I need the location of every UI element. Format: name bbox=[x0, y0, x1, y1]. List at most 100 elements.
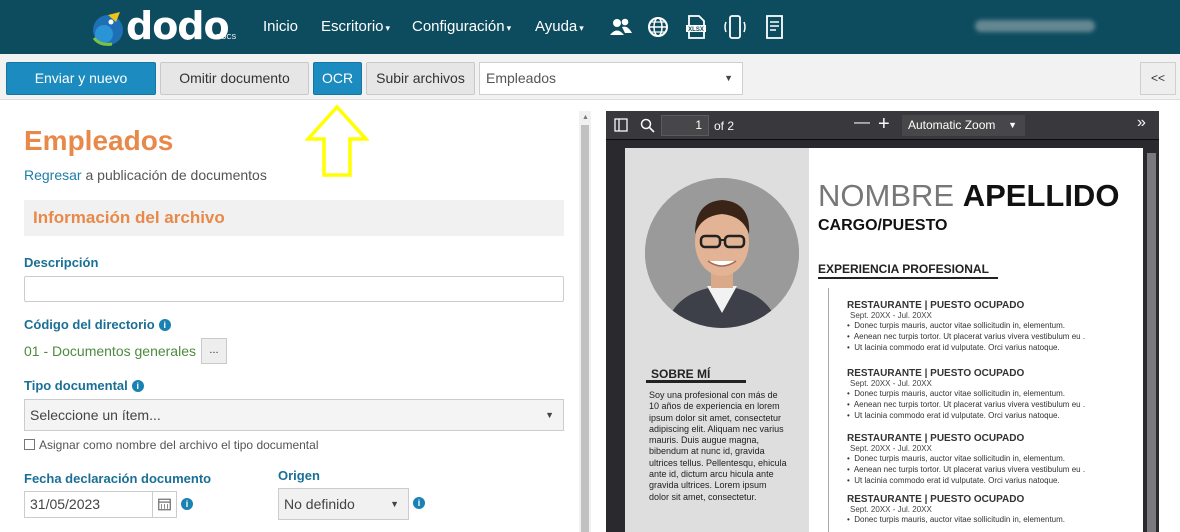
job-bullet: • Donec turpis mauris, auctor vitae soll… bbox=[847, 454, 1066, 463]
assign-name-checkbox-label: Asignar como nombre del archivo el tipo … bbox=[39, 438, 319, 452]
job-entry: RESTAURANTE | PUESTO OCUPADO Sept. 20XX … bbox=[847, 300, 1137, 353]
document-list-icon[interactable] bbox=[762, 14, 788, 40]
dodo-bird-icon bbox=[92, 12, 123, 46]
nav-configuracion-label: Configuración bbox=[412, 18, 505, 35]
job-bullet: • Ut lacinia commodo erat id vulputate. … bbox=[847, 411, 1060, 420]
info-icon[interactable]: i bbox=[413, 497, 425, 509]
info-icon[interactable]: i bbox=[158, 319, 171, 331]
about-title: SOBRE MÍ bbox=[651, 367, 711, 381]
info-icon[interactable]: i bbox=[181, 498, 193, 510]
back-link[interactable]: Regresar bbox=[24, 167, 82, 183]
scroll-up-arrow-icon[interactable]: ▲ bbox=[582, 114, 589, 121]
skip-document-button[interactable]: Omitir documento bbox=[160, 62, 309, 95]
page-number-input[interactable]: 1 bbox=[661, 115, 709, 136]
ocr-button[interactable]: OCR bbox=[313, 62, 362, 95]
cv-sidebar: SOBRE MÍ Soy una profesional con más de … bbox=[625, 148, 809, 532]
nav-ayuda[interactable]: Ayuda ▾ bbox=[535, 18, 584, 35]
zoom-value: Automatic Zoom bbox=[908, 118, 996, 132]
chevron-down-icon: ▾ bbox=[385, 23, 391, 33]
directory-code-label: Código del directorio i bbox=[24, 317, 171, 332]
job-bullet: • Donec turpis mauris, auctor vitae soll… bbox=[847, 515, 1066, 524]
job-dates: Sept. 20XX - Jul. 20XX bbox=[850, 444, 932, 453]
globe-icon[interactable] bbox=[645, 14, 671, 40]
send-and-new-button[interactable]: Enviar y nuevo bbox=[6, 62, 156, 95]
page-total: of 2 bbox=[714, 119, 735, 133]
nav-configuracion[interactable]: Configuración ▾ bbox=[412, 18, 511, 35]
info-icon[interactable]: i bbox=[131, 380, 144, 392]
cv-role: CARGO/PUESTO bbox=[818, 217, 948, 234]
collapse-panel-button[interactable]: << bbox=[1140, 62, 1176, 95]
origin-value: No definido bbox=[284, 496, 355, 512]
form-scrollbar[interactable]: ▲ bbox=[579, 111, 591, 532]
zoom-in-icon[interactable]: + bbox=[878, 113, 890, 136]
nav-inicio[interactable]: Inicio bbox=[263, 18, 298, 35]
calendar-icon[interactable] bbox=[152, 492, 176, 517]
chevron-down-icon: ▾ bbox=[506, 23, 512, 33]
job-title: RESTAURANTE | PUESTO OCUPADO bbox=[847, 368, 1025, 379]
dodo-logo[interactable]: dodo DOCS bbox=[90, 4, 240, 48]
browse-directory-button[interactable]: ... bbox=[201, 338, 227, 364]
sidebar-toggle-icon[interactable] bbox=[614, 118, 628, 132]
job-title: RESTAURANTE | PUESTO OCUPADO bbox=[847, 494, 1025, 505]
chevron-down-icon: ▼ bbox=[1008, 120, 1017, 130]
assign-name-checkbox-row[interactable]: Asignar como nombre del archivo el tipo … bbox=[24, 438, 318, 452]
document-date-input[interactable]: 31/05/2023 bbox=[24, 491, 177, 518]
users-icon[interactable] bbox=[608, 14, 634, 40]
job-bullet-text: Ut lacinia commodo erat id vulputate. Or… bbox=[854, 343, 1060, 352]
brand-sub: DOCS bbox=[216, 34, 237, 41]
nav-escritorio[interactable]: Escritorio ▾ bbox=[321, 18, 390, 35]
document-type-dropdown[interactable]: Seleccione un ítem... ▼ bbox=[24, 399, 564, 431]
directory-code-value: 01 - Documentos generales bbox=[24, 343, 196, 359]
user-name-blurred[interactable] bbox=[975, 20, 1095, 32]
zoom-select[interactable]: Automatic Zoom ▼ bbox=[902, 115, 1025, 136]
experience-divider bbox=[818, 277, 998, 279]
mobile-device-icon[interactable] bbox=[722, 14, 748, 40]
pdf-viewer: 1 of 2 — + Automatic Zoom ▼ » SOBRE MÍ S… bbox=[606, 111, 1159, 532]
section-title: Información del archivo bbox=[33, 208, 225, 227]
document-type-selected: Empleados bbox=[486, 70, 557, 86]
pdf-toolbar: 1 of 2 — + Automatic Zoom ▼ » bbox=[606, 111, 1159, 140]
job-bullet-text: Donec turpis mauris, auctor vitae sollic… bbox=[854, 321, 1066, 330]
origin-dropdown[interactable]: No definido ▼ bbox=[278, 488, 409, 520]
tools-menu-icon[interactable]: » bbox=[1137, 114, 1146, 132]
about-divider bbox=[646, 380, 746, 383]
job-bullet: • Aenean nec turpis tortor. Ut placerat … bbox=[847, 465, 1086, 474]
job-dates: Sept. 20XX - Jul. 20XX bbox=[850, 505, 932, 514]
nav-inicio-label: Inicio bbox=[263, 18, 299, 35]
job-bullet-text: Aenean nec turpis tortor. Ut placerat va… bbox=[853, 400, 1086, 409]
brand-name: dodo bbox=[126, 4, 230, 48]
document-type-select[interactable]: Empleados ▼ bbox=[479, 62, 743, 95]
experience-title: EXPERIENCIA PROFESIONAL bbox=[818, 262, 989, 276]
job-bullet-text: Donec turpis mauris, auctor vitae sollic… bbox=[854, 454, 1066, 463]
description-label: Descripción bbox=[24, 255, 99, 270]
page-title: Empleados bbox=[24, 125, 174, 156]
document-date-value: 31/05/2023 bbox=[30, 496, 101, 512]
job-dates: Sept. 20XX - Jul. 20XX bbox=[850, 311, 932, 320]
pdf-scrollbar-thumb[interactable] bbox=[1147, 153, 1156, 532]
job-bullet-text: Aenean nec turpis tortor. Ut placerat va… bbox=[853, 332, 1086, 341]
directory-code-label-text: Código del directorio bbox=[24, 317, 155, 332]
upload-files-button[interactable]: Subir archivos bbox=[366, 62, 475, 95]
highlight-arrow-icon bbox=[305, 104, 369, 177]
job-bullet: • Aenean nec turpis tortor. Ut placerat … bbox=[847, 332, 1086, 341]
job-bullet-text: Ut lacinia commodo erat id vulputate. Or… bbox=[854, 476, 1060, 485]
job-title: RESTAURANTE | PUESTO OCUPADO bbox=[847, 300, 1025, 311]
pdf-page: SOBRE MÍ Soy una profesional con más de … bbox=[625, 148, 1143, 532]
document-date-label: Fecha declaración documento bbox=[24, 471, 212, 486]
action-toolbar: Enviar y nuevo Omitir documento OCR Subi… bbox=[0, 54, 1180, 100]
file-info-section-header: Información del archivo bbox=[24, 200, 564, 236]
search-icon[interactable] bbox=[640, 118, 655, 133]
xlsx-file-icon[interactable]: XLSX bbox=[683, 14, 709, 40]
document-type-label: Tipo documental i bbox=[24, 378, 144, 393]
zoom-out-icon[interactable]: — bbox=[854, 114, 870, 132]
form-scrollbar-thumb[interactable] bbox=[581, 125, 589, 532]
nav-escritorio-label: Escritorio bbox=[321, 18, 384, 35]
origin-label: Origen bbox=[278, 468, 320, 483]
job-bullet-text: Aenean nec turpis tortor. Ut placerat va… bbox=[853, 465, 1086, 474]
nav-ayuda-label: Ayuda bbox=[535, 18, 578, 35]
pdf-scrollbar[interactable] bbox=[1145, 141, 1158, 532]
back-text: a publicación de documentos bbox=[81, 167, 267, 183]
chevron-down-icon: ▼ bbox=[545, 410, 554, 420]
description-input[interactable] bbox=[24, 276, 564, 302]
assign-name-checkbox[interactable] bbox=[24, 439, 35, 450]
